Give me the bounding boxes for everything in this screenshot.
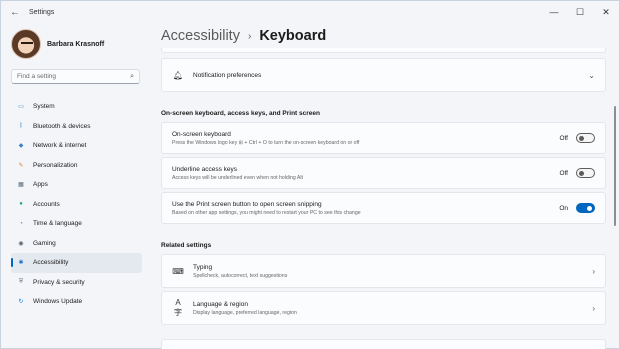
close-icon[interactable]: ✕ [593,1,619,23]
chevron-down-icon[interactable]: ⌄ [588,71,595,80]
on-screen-keyboard-row: On-screen keyboard Press the Windows log… [161,122,606,154]
sidebar-item-system[interactable]: ▭ System [11,97,142,117]
system-icon: ▭ [18,104,24,111]
sidebar-item-accessibility[interactable]: ✱ Accessibility [11,253,142,273]
user-name: Barbara Krasnoff [47,40,105,48]
notification-label: Notification preferences [193,71,262,79]
accessibility-icon: ✱ [18,260,24,267]
row-description: Based on other app settings, you might n… [172,209,361,216]
row-title: Typing [193,263,213,271]
underline-access-keys-toggle[interactable] [576,168,595,178]
typing-row[interactable]: ⌨ Typing Spellcheck, autocorrect, text s… [161,254,606,288]
card-partial-bottom [161,339,606,349]
underline-access-keys-row: Underline access keys Access keys will b… [161,157,606,189]
title-bar: ← Settings — ☐ ✕ [1,1,619,23]
chevron-right-icon: › [247,30,252,42]
sidebar-item-time-language[interactable]: ◔ Time & language [11,214,142,234]
search-icon[interactable]: ⌕ [130,73,134,81]
keyboard-icon: ⌨ [172,266,184,276]
privacy-icon: ⛨ [18,278,24,285]
sidebar-item-label: Apps [33,181,48,189]
maximize-icon[interactable]: ☐ [567,1,593,23]
row-title: Language & region [193,300,248,308]
avatar [11,29,41,59]
sidebar-item-apps[interactable]: ▦ Apps [11,175,142,195]
row-title: On-screen keyboard [172,130,231,138]
row-description: Access keys will be underlined even when… [172,174,303,181]
bluetooth-icon: ᛒ [19,123,23,130]
language-icon: A字 [174,298,182,317]
row-description: Display language, preferred language, re… [193,309,297,316]
print-screen-row: Use the Print screen button to open scre… [161,192,606,224]
gaming-icon: ◉ [18,240,24,247]
nav-list: ▭ System ᛒ Bluetooth & devices ◆ Network & in… [11,97,142,312]
sidebar-item-label: Network & internet [33,142,87,150]
sidebar-item-gaming[interactable]: ◉ Gaming [11,234,142,254]
sidebar-item-label: Accounts [33,200,60,208]
on-screen-keyboard-toggle[interactable] [576,133,595,143]
chevron-right-icon: › [592,303,595,313]
toggle-state-label: Off [559,169,568,177]
sidebar-item-label: Personalization [33,161,78,169]
sidebar-item-privacy-security[interactable]: ⛨ Privacy & security [11,273,142,293]
scrollbar[interactable] [614,106,616,226]
row-title: Use the Print screen button to open scre… [172,200,322,208]
toggle-state-label: On [559,204,568,212]
window-controls: — ☐ ✕ [541,1,619,23]
main-content: Accessibility › Keyboard 🔔︎ Notification… [161,23,607,349]
sidebar-item-label: Time & language [33,220,82,228]
card-partial [161,48,606,53]
breadcrumb: Accessibility › Keyboard [161,28,326,44]
sidebar-item-bluetooth-devices[interactable]: ᛒ Bluetooth & devices [11,117,142,137]
sidebar-item-label: Windows Update [33,298,83,306]
breadcrumb-parent[interactable]: Accessibility [161,28,240,44]
page-title: Keyboard [259,28,327,44]
settings-window: ← Settings — ☐ ✕ Barbara Krasnoff ⌕ ▭ Sys… [0,0,620,349]
toggle-state-label: Off [559,134,568,142]
sidebar-item-personalization[interactable]: ✎ Personalization [11,156,142,176]
sidebar-item-windows-update[interactable]: ↻ Windows Update [11,292,142,312]
personalization-icon: ✎ [18,162,24,169]
sidebar-item-label: Privacy & security [33,278,85,286]
apps-icon: ▦ [18,182,24,189]
accounts-icon: ● [19,201,23,208]
section-heading-related: Related settings [161,242,212,249]
sidebar-item-label: Bluetooth & devices [33,122,91,130]
bell-icon: 🔔︎ [172,70,184,80]
sidebar-item-accounts[interactable]: ● Accounts [11,195,142,215]
app-title: Settings [29,8,55,16]
chevron-right-icon: › [592,266,595,276]
windows-update-icon: ↻ [18,299,24,306]
section-heading-keyboard: On-screen keyboard, access keys, and Pri… [161,110,320,117]
row-description: Press the Windows logo key ⊞ + Ctrl + O … [172,139,360,146]
minimize-icon[interactable]: — [541,1,567,23]
search-input[interactable] [17,73,131,80]
print-screen-toggle[interactable] [576,203,595,213]
row-description: Spellcheck, autocorrect, text suggestion… [193,272,288,279]
sidebar-item-label: System [33,103,55,111]
sidebar: Barbara Krasnoff ⌕ ▭ System ᛒ Bluetooth & d… [1,23,151,349]
user-profile[interactable]: Barbara Krasnoff [11,29,104,59]
language-region-row[interactable]: A字 Language & region Display language, p… [161,291,606,325]
notification-preferences-row[interactable]: 🔔︎ Notification preferences ⌄ [161,58,606,92]
row-title: Underline access keys [172,165,238,173]
sidebar-item-label: Gaming [33,239,56,247]
sidebar-item-network-internet[interactable]: ◆ Network & internet [11,136,142,156]
back-arrow-icon[interactable]: ← [4,1,26,23]
sidebar-item-label: Accessibility [33,259,69,267]
search-box[interactable]: ⌕ [11,69,140,84]
time-language-icon: ◔ [19,220,23,227]
network-icon: ◆ [18,143,24,150]
